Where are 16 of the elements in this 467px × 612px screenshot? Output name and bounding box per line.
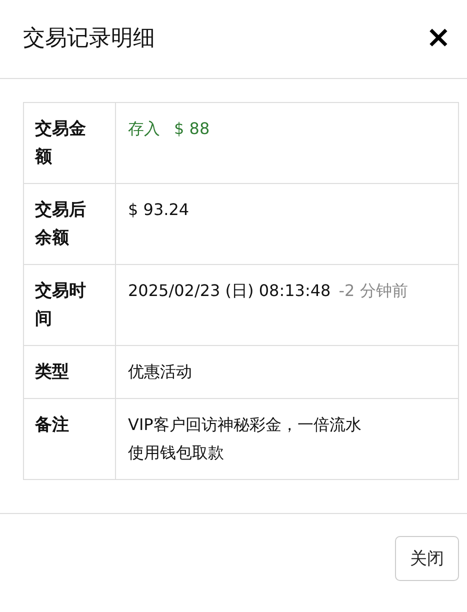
value-text: -2 分钟前 xyxy=(338,281,408,300)
row-label: 交易金额 xyxy=(24,102,116,184)
value-text: VIP客户回访神秘彩金，一倍流水 xyxy=(128,415,362,434)
row-label: 交易时间 xyxy=(24,264,116,346)
value-text: 存入 xyxy=(128,119,160,138)
row-label: 类型 xyxy=(24,346,116,398)
value-text: 使用钱包取款 xyxy=(128,443,224,462)
value-text: $ 88 xyxy=(174,119,210,138)
dialog-title: 交易记录明细 xyxy=(23,25,155,53)
close-button[interactable]: × xyxy=(424,23,453,53)
row-label: 备注 xyxy=(24,398,116,480)
row-label: 交易后余额 xyxy=(24,184,116,264)
value-text: 优惠活动 xyxy=(128,362,192,381)
value-text: $ 93.24 xyxy=(128,200,190,219)
close-button[interactable]: 关闭 xyxy=(395,536,459,581)
value-text: 2025/02/23 (日) 08:13:48 xyxy=(128,281,331,300)
